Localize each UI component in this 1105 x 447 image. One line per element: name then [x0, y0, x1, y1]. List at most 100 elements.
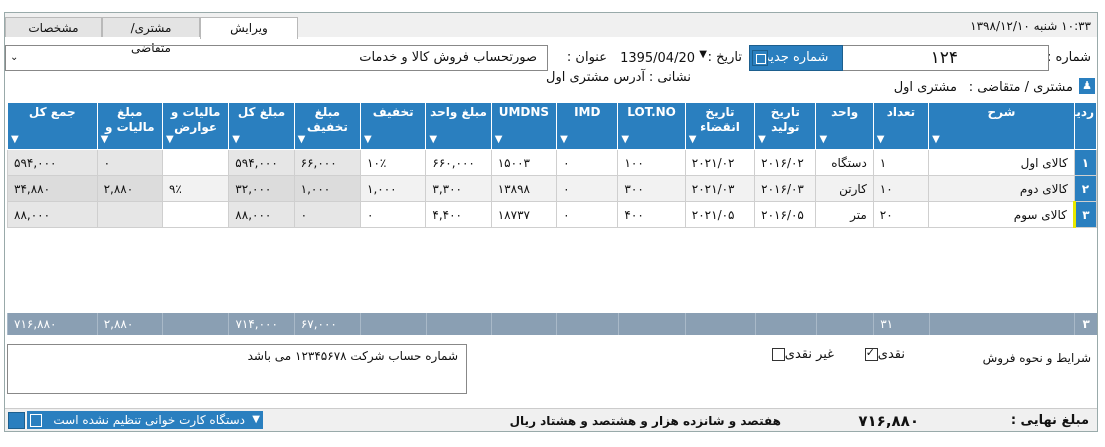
cell-production-date[interactable]: ۲۰۱۶/۰۲ [754, 149, 817, 176]
title-label: عنوان : [566, 50, 607, 65]
filter-icon[interactable]: ▼ [298, 132, 306, 147]
col-header[interactable]: واحد ▼ [815, 102, 874, 150]
filter-icon[interactable]: ▼ [101, 132, 109, 147]
cell-umdns[interactable]: ۱۳۸۹۸ [490, 175, 558, 202]
filter-icon[interactable]: ▼ [758, 132, 766, 147]
table-row[interactable]: ۱ کالای اول ۱ دستگاه ۲۰۱۶/۰۲ ۲۰۲۱/۰۲ ۱۰۰… [7, 149, 1098, 176]
cell-unit-price[interactable]: ۶۶۰,۰۰۰ [425, 149, 492, 176]
title-select[interactable]: صورتحساب فروش کالا و خدمات ⌄ [5, 45, 548, 71]
col-header[interactable]: LOT.NO ▼ [617, 102, 686, 150]
filter-icon[interactable]: ▼ [819, 132, 827, 147]
cell-unit-price[interactable]: ۳,۳۰۰ [425, 175, 492, 202]
cell-expiry-date[interactable]: ۲۰۲۱/۰۳ [684, 175, 756, 202]
col-header[interactable]: مبلغ کل ▼ [228, 102, 295, 150]
cell-imd[interactable]: ۰ [556, 201, 619, 228]
chevron-down-icon[interactable]: ▼ [699, 49, 707, 60]
items-grid: ردیف شرح ▼ تعداد ▼ واحد ▼ تاریخ تولید ▼ تاری… [7, 102, 1098, 228]
cell-expiry-date[interactable]: ۲۰۲۱/۰۵ [684, 201, 756, 228]
cell-quantity[interactable]: ۱ [872, 149, 930, 176]
customer-label: مشتری / متقاضی : [968, 80, 1073, 95]
chevron-down-icon[interactable]: ⌄ [10, 52, 18, 63]
customer-icon[interactable]: ♟ [1079, 78, 1095, 94]
cell-description[interactable]: کالای دوم [928, 175, 1075, 202]
calendar-icon[interactable] [752, 50, 768, 66]
cell-quantity[interactable]: ۱۰ [872, 175, 930, 202]
tab-customer[interactable]: مشتری/متقاضی [102, 17, 200, 55]
cell-unit[interactable]: دستگاه [815, 149, 874, 176]
total-grand-total: ۷۱۶,۸۸۰ [7, 313, 98, 335]
cell-description[interactable]: کالای اول [928, 149, 1075, 176]
cell-unit[interactable]: متر [815, 201, 874, 228]
list-icon[interactable] [8, 412, 25, 429]
total-cell [490, 313, 557, 335]
noncash-checkbox[interactable]: غیر نقدی [768, 347, 834, 362]
col-header-label: تاریخ انقضاء [700, 105, 740, 134]
col-header[interactable]: مبلغ مالیات و ▼ [96, 102, 163, 150]
cell-imd[interactable]: ۰ [556, 175, 619, 202]
table-row[interactable]: ۲ کالای دوم ۱۰ کارتن ۲۰۱۶/۰۳ ۲۰۲۱/۰۳ ۳۰۰… [7, 175, 1098, 202]
col-header[interactable]: IMD ▼ [556, 102, 619, 150]
cell-tax-rate[interactable] [161, 149, 230, 176]
filter-icon[interactable]: ▼ [877, 132, 885, 147]
cell-imd[interactable]: ۰ [556, 149, 619, 176]
cell-discount[interactable]: ۱,۰۰۰ [360, 175, 427, 202]
filter-icon[interactable]: ▼ [429, 132, 437, 147]
filter-icon[interactable]: ▼ [364, 132, 372, 147]
filter-icon[interactable]: ▼ [689, 132, 697, 147]
filter-icon[interactable]: ▼ [495, 132, 503, 147]
filter-icon[interactable]: ▼ [166, 132, 174, 147]
card-reader-status[interactable]: ▼ دستگاه کارت خوانی تنظیم نشده است [27, 411, 263, 429]
filter-icon[interactable]: ▼ [11, 132, 19, 147]
col-header-label: مالیات و عوارض [170, 105, 221, 134]
col-header[interactable]: مبلغ تخفیف ▼ [293, 102, 362, 150]
cell-discount[interactable]: ۱۰٪ [360, 149, 427, 176]
table-row[interactable]: ۳ کالای سوم ۲۰ متر ۲۰۱۶/۰۵ ۲۰۲۱/۰۵ ۴۰۰ ۰… [7, 201, 1098, 228]
cell-quantity[interactable]: ۲۰ [872, 201, 930, 228]
cell-umdns[interactable]: ۱۵۰۰۳ [490, 149, 558, 176]
cell-tax-rate[interactable]: ۹٪ [161, 175, 230, 202]
cell-lot-no[interactable]: ۳۰۰ [617, 175, 686, 202]
cell-discount[interactable]: ۰ [360, 201, 427, 228]
col-header[interactable]: جمع کل ▼ [7, 102, 98, 150]
cell-lot-no[interactable]: ۱۰۰ [617, 149, 686, 176]
note-textarea[interactable]: شماره حساب شرکت ۱۲۳۴۵۶۷۸ می باشد [7, 344, 467, 394]
col-header[interactable]: مبلغ واحد ▼ [425, 102, 492, 150]
checkbox-box[interactable] [771, 348, 785, 361]
total-cell [556, 313, 619, 335]
date-field[interactable]: 1395/04/20 [620, 51, 695, 66]
date-label: تاریخ : [707, 50, 742, 65]
cell-unit[interactable]: کارتن [815, 175, 874, 202]
total-cell [685, 313, 755, 335]
col-header[interactable]: ردیف [1062, 102, 1098, 150]
cell-lot-no[interactable]: ۴۰۰ [617, 201, 686, 228]
col-header[interactable]: تاریخ تولید ▼ [754, 102, 817, 150]
filter-icon[interactable]: ▼ [232, 132, 240, 147]
cell-umdns[interactable]: ۱۸۷۳۷ [490, 201, 558, 228]
cash-checkbox[interactable]: نقدی [861, 346, 905, 362]
cell-production-date[interactable]: ۲۰۱۶/۰۳ [754, 175, 817, 202]
col-header[interactable]: تاریخ انقضاء ▼ [684, 102, 756, 150]
cell-expiry-date[interactable]: ۲۰۲۱/۰۲ [684, 149, 756, 176]
tab-edit[interactable]: ویرایش [200, 17, 298, 39]
filter-icon[interactable]: ▼ [560, 132, 568, 147]
chevron-down-icon[interactable]: ▼ [252, 411, 260, 429]
col-header[interactable]: تعداد ▼ [872, 102, 930, 150]
cell-total-amount: ۸۸,۰۰۰ [228, 201, 295, 228]
cell-tax-rate[interactable] [161, 201, 230, 228]
col-header[interactable]: شرح ▼ [928, 102, 1075, 150]
tab-details[interactable]: مشخصات [5, 17, 102, 37]
col-header[interactable]: UMDNS ▼ [490, 102, 558, 150]
filter-icon[interactable]: ▼ [932, 132, 940, 147]
col-header[interactable]: تخفیف ▼ [360, 102, 427, 150]
col-header-label: تعداد [886, 105, 916, 119]
cell-unit-price[interactable]: ۴,۴۰۰ [425, 201, 492, 228]
note-value: شماره حساب شرکت ۱۲۳۴۵۶۷۸ می باشد [247, 349, 458, 363]
col-header[interactable]: مالیات و عوارض ▼ [161, 102, 230, 150]
total-tax-amount: ۲,۸۸۰ [96, 313, 163, 335]
cell-description[interactable]: کالای سوم [928, 201, 1075, 228]
cell-discount-amount: ۰ [293, 201, 362, 228]
customer-row: ♟ مشتری / متقاضی : مشتری اول نشانی : آدر… [5, 70, 1097, 98]
filter-icon[interactable]: ▼ [621, 132, 629, 147]
check-icon[interactable] [864, 346, 878, 361]
cell-production-date[interactable]: ۲۰۱۶/۰۵ [754, 201, 817, 228]
